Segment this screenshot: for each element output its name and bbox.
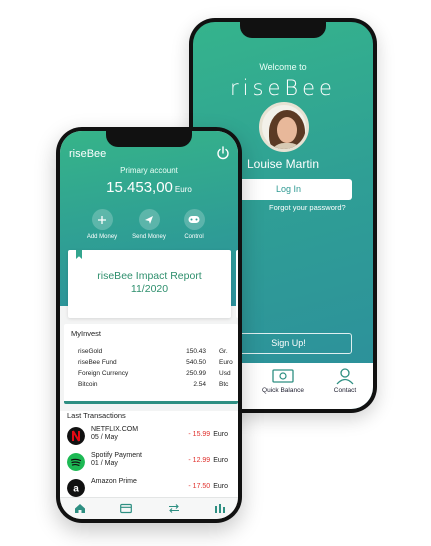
contact-icon bbox=[336, 368, 354, 385]
brand-logo: riseBee bbox=[69, 148, 107, 160]
invest-name: riseGold bbox=[78, 348, 103, 355]
home-icon[interactable] bbox=[74, 503, 86, 514]
myinvest-title: MyInvest bbox=[71, 329, 102, 338]
account-balance: 15.453,00 Euro bbox=[60, 179, 238, 197]
transaction-amount: - 15.99 Euro bbox=[188, 431, 228, 438]
invest-row[interactable]: Foreign Currency 250.99 Usd bbox=[78, 370, 231, 379]
impact-report-name: riseBee Impact Report bbox=[97, 270, 202, 282]
impact-report-date: 11/2020 bbox=[130, 283, 169, 295]
phone-notch bbox=[240, 22, 326, 38]
transaction-row[interactable]: a Amazon Prime - 17.50 Euro bbox=[67, 477, 233, 499]
signup-button[interactable]: Sign Up! bbox=[225, 333, 352, 354]
transaction-merchant: Amazon Prime bbox=[91, 478, 137, 485]
amount-value: - 17.50 bbox=[188, 483, 211, 490]
invest-value: 250.99 bbox=[186, 370, 206, 377]
brand-logo: riseBee bbox=[230, 76, 336, 100]
action-label: Add Money bbox=[86, 234, 118, 240]
action-label: Send Money bbox=[132, 234, 166, 240]
spotify-logo bbox=[67, 453, 85, 471]
avatar bbox=[259, 102, 309, 152]
invest-name: riseBee Fund bbox=[78, 359, 117, 366]
invest-row[interactable]: Bitcoin 2.54 Btc bbox=[78, 381, 230, 390]
amount-currency: Euro bbox=[213, 431, 228, 438]
invest-name: Foreign Currency bbox=[78, 370, 129, 377]
impact-report-title: riseBee Impact Report 11/2020 bbox=[68, 270, 231, 296]
svg-text:a: a bbox=[73, 484, 79, 495]
send-icon bbox=[138, 209, 160, 230]
balance-currency: Euro bbox=[174, 185, 192, 194]
control-button[interactable]: Control bbox=[171, 209, 217, 240]
transactions-title: Last Transactions bbox=[67, 411, 126, 420]
myinvest-card: MyInvest riseGold 150.43 Gr. riseBee Fun… bbox=[64, 324, 238, 404]
transaction-desc: Amazon Prime bbox=[91, 478, 137, 486]
amount-value: - 12.99 bbox=[188, 457, 211, 464]
invest-row[interactable]: riseGold 150.43 Gr. bbox=[78, 348, 230, 357]
amazon-logo: a bbox=[67, 479, 85, 497]
nav-contact[interactable]: Contact bbox=[325, 367, 365, 394]
nav-label: Contact bbox=[333, 387, 357, 394]
send-money-button[interactable]: Send Money bbox=[126, 209, 172, 240]
transaction-amount: - 17.50 Euro bbox=[188, 483, 228, 490]
welcome-text: Welcome to bbox=[259, 62, 307, 72]
login-button[interactable]: Log In bbox=[225, 179, 352, 200]
amount-currency: Euro bbox=[213, 457, 228, 464]
card-icon[interactable] bbox=[120, 503, 132, 514]
transaction-merchant: NETFLIX.COM bbox=[91, 426, 139, 433]
netflix-logo bbox=[67, 427, 85, 445]
invest-value: 540.50 bbox=[186, 359, 206, 366]
invest-name: Bitcoin bbox=[78, 381, 98, 388]
amount-currency: Euro bbox=[213, 483, 228, 490]
transaction-merchant: Spotify Payment bbox=[91, 452, 142, 459]
plus-icon bbox=[91, 209, 113, 230]
forgot-password-link[interactable]: Forgot your password? bbox=[269, 203, 346, 212]
gamepad-icon bbox=[183, 209, 205, 230]
transaction-row[interactable]: Spotify Payment 01 / May - 12.99 Euro bbox=[67, 451, 233, 473]
amount-value: - 15.99 bbox=[188, 431, 211, 438]
transaction-amount: - 12.99 Euro bbox=[188, 457, 228, 464]
next-card-peek[interactable] bbox=[236, 250, 238, 318]
transaction-desc: NETFLIX.COM 05 / May bbox=[91, 426, 138, 442]
dashboard-screen: riseBee Primary account 15.453,00 Euro Ad… bbox=[60, 131, 238, 519]
bookmark-icon bbox=[76, 250, 82, 259]
action-label: Control bbox=[184, 234, 204, 240]
add-money-button[interactable]: Add Money bbox=[79, 209, 125, 240]
transaction-date: 01 / May bbox=[91, 460, 118, 467]
money-icon bbox=[272, 369, 294, 383]
transaction-row[interactable]: NETFLIX.COM 05 / May - 15.99 Euro bbox=[67, 425, 233, 447]
primary-account-label: Primary account bbox=[120, 166, 178, 175]
phone-notch bbox=[106, 131, 192, 147]
nav-label: Quick Balance bbox=[262, 387, 304, 394]
power-icon[interactable] bbox=[216, 146, 230, 160]
invest-unit: Gr. bbox=[219, 348, 228, 355]
transaction-desc: Spotify Payment 01 / May bbox=[91, 452, 142, 468]
transfer-icon[interactable] bbox=[168, 503, 180, 514]
invest-row[interactable]: riseBee Fund 540.50 Euro bbox=[78, 359, 233, 368]
invest-unit: Btc bbox=[219, 381, 229, 388]
transaction-date: 05 / May bbox=[91, 434, 118, 441]
last-transactions: Last Transactions NETFLIX.COM 05 / May -… bbox=[60, 411, 238, 497]
invest-value: 2.54 bbox=[193, 381, 206, 388]
bars-icon[interactable] bbox=[214, 503, 226, 514]
showcase-stage: Welcome to riseBee Louise Martin Log In … bbox=[0, 0, 431, 546]
invest-value: 150.43 bbox=[186, 348, 206, 355]
invest-unit: Euro bbox=[219, 359, 233, 366]
dashboard-phone: riseBee Primary account 15.453,00 Euro Ad… bbox=[56, 127, 242, 523]
nav-quick-balance[interactable]: Quick Balance bbox=[259, 367, 307, 394]
balance-amount: 15.453,00 bbox=[106, 179, 173, 196]
impact-report-card[interactable]: riseBee Impact Report 11/2020 bbox=[68, 250, 231, 318]
dashboard-bottom-nav bbox=[60, 497, 238, 519]
invest-unit: Usd bbox=[219, 370, 231, 377]
